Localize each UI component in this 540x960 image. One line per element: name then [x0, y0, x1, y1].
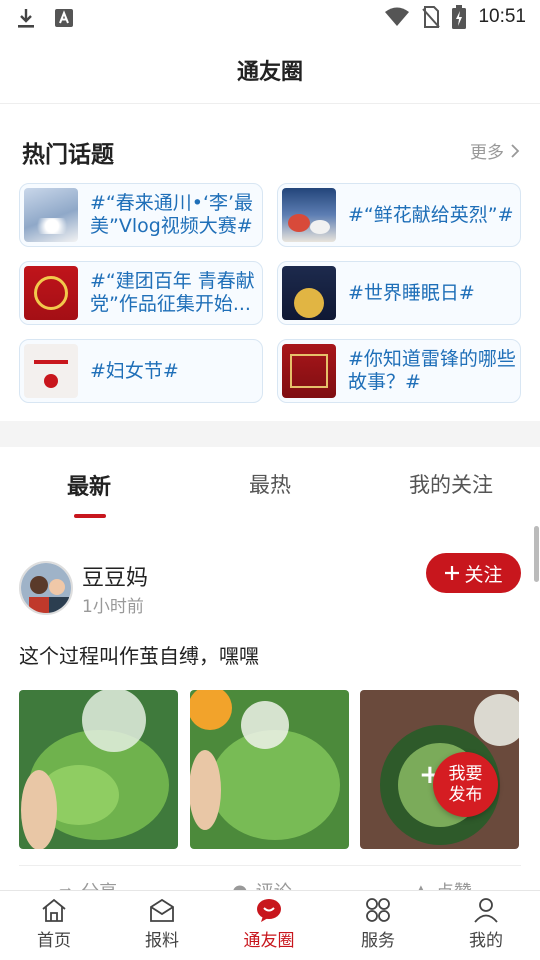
hot-topics-section: 热门话题 更多 #“春来通川•‘李’最美”Vlog视频大赛# #“鲜花献给英烈”…: [0, 105, 540, 421]
chat-bubble-icon: [257, 899, 281, 922]
topic-item[interactable]: #世界睡眠日#: [277, 261, 521, 325]
post-photo[interactable]: [190, 690, 349, 849]
active-tab-indicator: [74, 514, 106, 518]
post-actions: ➦ 分享 ● 评论 ▲ 点赞: [0, 872, 540, 893]
topic-thumbnail: [282, 266, 336, 320]
topic-item[interactable]: #“建团百年 青春献党”作品征集开始...: [19, 261, 263, 325]
publish-label: 我要发布: [448, 763, 483, 805]
nav-home-label: 首页: [37, 931, 71, 951]
envelope-icon: [150, 898, 174, 922]
topic-item[interactable]: #你知道雷锋的哪些故事？#: [277, 339, 521, 403]
nav-mine[interactable]: 我的: [446, 897, 526, 951]
page-title: 通友圈: [236, 60, 303, 85]
feed-tabs: 最新 最热 我的关注: [0, 447, 540, 529]
chevron-right-icon: [511, 143, 520, 158]
bottom-nav: 首页 报料 通友圈 服务 我的: [0, 890, 540, 960]
battery-charging-icon: [452, 5, 467, 29]
text-app-icon: [55, 9, 73, 27]
follow-label: 关注: [464, 563, 503, 586]
no-sim-icon: [422, 6, 441, 28]
topic-thumbnail: [24, 344, 78, 398]
tab-following[interactable]: 我的关注: [409, 469, 493, 499]
topic-item[interactable]: #“鲜花献给英烈”#: [277, 183, 521, 247]
section-divider: [0, 421, 540, 447]
topic-label: #“建团百年 青春献党”作品征集开始...: [90, 270, 255, 315]
leaf-photo-2: [190, 690, 349, 849]
status-right: 10:51: [384, 5, 526, 29]
topic-label: #“鲜花献给英烈”#: [348, 203, 514, 226]
tab-latest[interactable]: 最新: [67, 469, 111, 501]
nav-home[interactable]: 首页: [14, 897, 94, 951]
avatar[interactable]: [19, 561, 73, 615]
download-icon: [18, 9, 34, 28]
topic-thumbnail: [24, 266, 78, 320]
topic-label: #“春来通川•‘李’最美”Vlog视频大赛#: [90, 192, 254, 237]
nav-report[interactable]: 报料: [122, 897, 202, 951]
topic-label: #妇女节#: [90, 359, 179, 382]
more-label: 更多: [470, 143, 504, 163]
home-icon: [42, 898, 66, 922]
topic-item[interactable]: #“春来通川•‘李’最美”Vlog视频大赛#: [19, 183, 263, 247]
post-time: 1小时前: [82, 597, 144, 617]
avatar-image: [21, 563, 71, 613]
status-left: [16, 7, 74, 29]
topic-label: #你知道雷锋的哪些故事？#: [348, 348, 516, 393]
nav-services[interactable]: 服务: [338, 897, 418, 951]
post-divider: [19, 865, 521, 866]
topic-thumbnail: [24, 188, 78, 242]
grid-icon: [366, 898, 390, 922]
post-author-name[interactable]: 豆豆妈: [82, 560, 148, 592]
scrollbar[interactable]: [534, 526, 539, 582]
topic-item[interactable]: #妇女节#: [19, 339, 263, 403]
nav-mine-label: 我的: [469, 931, 503, 951]
title-bar: 通友圈: [0, 36, 540, 104]
follow-button[interactable]: 关注: [426, 553, 521, 593]
wifi-icon: [385, 7, 410, 26]
topic-thumbnail: [282, 188, 336, 242]
plus-icon: [445, 566, 460, 580]
nav-community-label: 通友圈: [243, 931, 295, 951]
hot-topics-title: 热门话题: [22, 142, 114, 168]
more-topics-link[interactable]: 更多: [470, 138, 520, 163]
post-text: 这个过程叫作茧自缚，嘿嘿: [19, 644, 259, 668]
post-photo[interactable]: [19, 690, 178, 849]
nav-community[interactable]: 通友圈: [229, 897, 309, 951]
nav-services-label: 服务: [361, 931, 395, 951]
publish-button[interactable]: 我要发布: [433, 752, 498, 817]
leaf-photo-1: [19, 690, 178, 849]
person-icon: [474, 898, 498, 923]
status-bar: 10:51: [0, 0, 540, 36]
topic-label: #世界睡眠日#: [348, 281, 475, 304]
nav-report-label: 报料: [145, 931, 179, 951]
topic-thumbnail: [282, 344, 336, 398]
tab-hottest[interactable]: 最热: [249, 469, 291, 499]
clock: 10:51: [478, 6, 526, 27]
post-card: 豆豆妈 1小时前 关注 这个过程叫作茧自缚，嘿嘿 ➦ ● ▲: [0, 529, 540, 893]
